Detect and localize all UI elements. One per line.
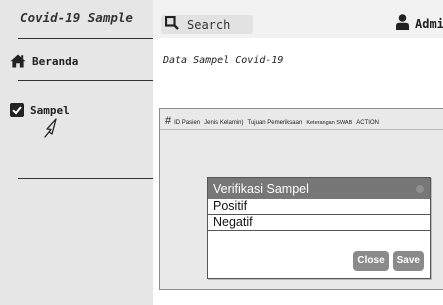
column-header-tujuan-pemeriksaan: Tujuan Pemeriksaan <box>247 120 303 126</box>
search-box[interactable]: Search <box>161 15 253 34</box>
user-name: Admin <box>415 16 443 31</box>
sidebar-divider <box>18 178 153 179</box>
modal-close-dot-icon[interactable] <box>416 184 424 193</box>
verification-modal: Verifikasi Sampel Positif Negatif Close … <box>207 177 431 279</box>
sidebar-divider <box>18 80 153 81</box>
option-negatif[interactable]: Negatif <box>208 215 430 231</box>
sidebar-divider <box>18 38 153 39</box>
app-brand: Covid-19 Sample <box>20 10 133 25</box>
search-label: Search <box>187 17 231 32</box>
modal-footer: Close Save <box>349 251 424 271</box>
sidebar: Covid-19 Sample Beranda Sampel <box>0 0 153 305</box>
top-header: Search Admin <box>153 0 443 38</box>
close-button[interactable]: Close <box>353 251 389 271</box>
column-header-id-pasien: ID Pasien <box>174 120 201 126</box>
user-menu[interactable]: Admin <box>396 14 443 33</box>
column-header-number: # <box>165 115 172 127</box>
column-header-jenis-kelamin: Jenis Kelamin) <box>204 120 244 126</box>
cursor-arrow-icon <box>42 118 60 142</box>
home-icon <box>10 54 26 68</box>
table-header-divider <box>160 129 443 130</box>
sidebar-item-sampel[interactable]: Sampel <box>10 103 70 117</box>
sidebar-item-label: Beranda <box>32 54 79 68</box>
sidebar-item-label: Sampel <box>30 103 70 117</box>
modal-header: Verifikasi Sampel <box>208 178 430 199</box>
checkbox-checked-icon <box>10 103 24 117</box>
column-header-keterangan-swab: Keterangan SWAB <box>306 120 353 126</box>
option-positif[interactable]: Positif <box>208 199 430 215</box>
modal-title: Verifikasi Sampel <box>213 181 309 196</box>
column-header-action: ACTION <box>356 120 379 126</box>
search-icon <box>164 15 179 34</box>
save-button[interactable]: Save <box>392 251 424 271</box>
page-title: Data Sampel Covid-19 <box>163 55 284 66</box>
table-header: # ID Pasien Jenis Kelamin) Tujuan Pemeri… <box>165 115 383 127</box>
user-icon <box>396 14 409 33</box>
sidebar-item-beranda[interactable]: Beranda <box>10 54 78 68</box>
